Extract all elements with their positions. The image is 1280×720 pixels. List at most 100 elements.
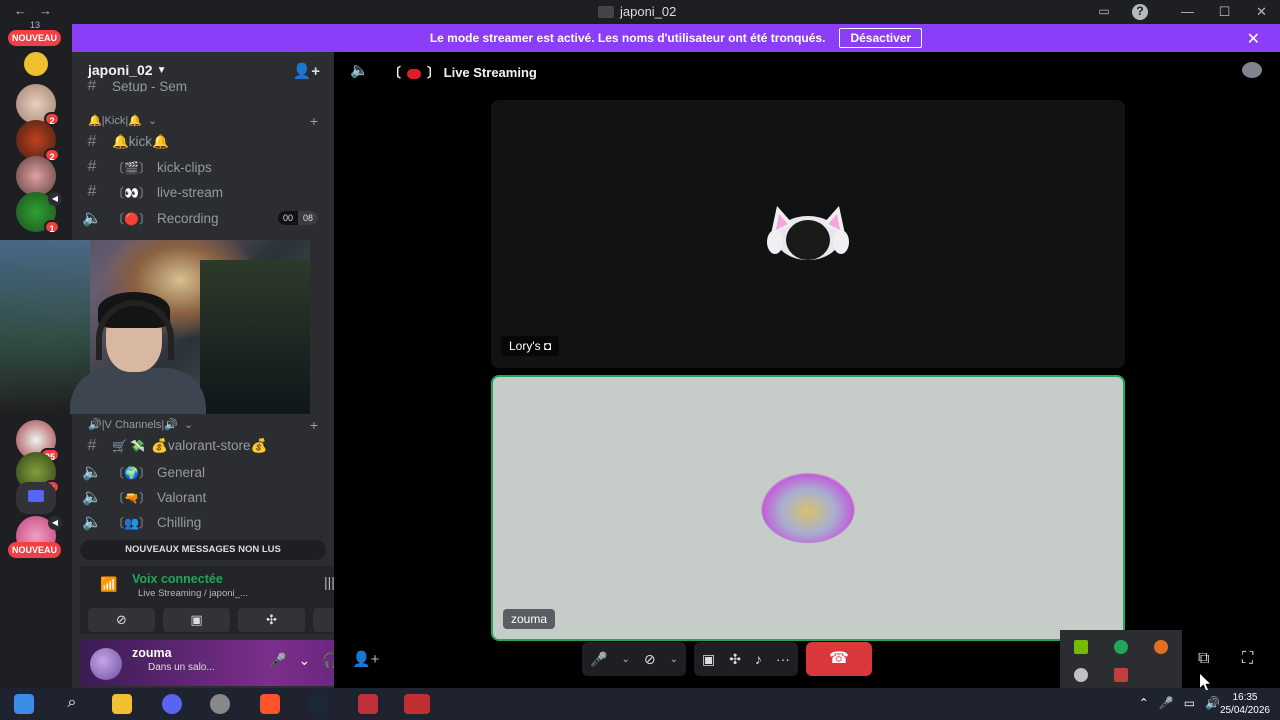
voice-status[interactable]: Voix connectée [132,572,223,586]
user-panel: zouma Dans un salo... 🎤 ⌄ 🎧 ⌄ ⚙ [80,640,334,686]
hash-icon: # [87,80,97,92]
participant-name: Lory's ◘ [501,336,560,356]
channel-kick-clips[interactable]: # 〔🎬〕 kick-clips [80,155,326,179]
avatar[interactable] [90,648,122,680]
channel-valorant-store[interactable]: # 🛒 💸 💰valorant-store💰 [80,434,326,458]
status-icon[interactable] [1114,640,1128,654]
voicemeeter-tray-icon[interactable] [1114,668,1128,682]
voice-stage: 🔈 〔〕 Live Streaming Lory's ◘ zouma 👤+ 🎤 … [334,52,1280,690]
microphone-icon[interactable]: 🎤 [590,651,607,668]
webcam-background [200,260,310,414]
participant-tile[interactable]: Lory's ◘ [491,100,1125,368]
speaker-icon: 🔈 [82,210,102,227]
folder-icon[interactable] [16,482,56,514]
channel-live-stream[interactable]: # 〔👀〕 live-stream [80,180,326,204]
search-icon[interactable]: ⌕ [62,694,82,714]
more-icon[interactable]: ··· [776,651,790,667]
brave-icon[interactable] [260,694,280,714]
volume-icon[interactable]: 🔊 [1205,696,1220,710]
chat-icon[interactable] [1242,62,1262,78]
chevron-down-icon[interactable]: ⌄ [299,652,311,669]
discord-icon[interactable] [162,694,182,714]
server-icon[interactable]: 2 [16,120,60,162]
chevron-down-icon[interactable]: ⌄ [670,654,678,665]
add-channel-icon[interactable]: + [310,113,318,129]
hash-icon: # [87,158,97,175]
user-limit-pill: 00 08 [277,211,318,225]
app-icon[interactable] [358,694,378,714]
noise-suppression-icon[interactable]: ||| [324,574,334,590]
hash-icon: # [87,183,97,200]
server-icon[interactable]: 2 [16,84,60,126]
voicemeeter-icon[interactable] [404,694,430,714]
username[interactable]: zouma [132,646,172,660]
speaker-icon: ◀ [48,516,62,530]
signal-icon[interactable]: 📶 [100,576,117,593]
voice-channel-valorant[interactable]: 🔈 〔🔫〕 Valorant [80,485,326,509]
microphone-icon[interactable]: 🎤 [1159,696,1174,710]
activities-icon[interactable]: ✣ [729,651,741,668]
soundboard-icon[interactable]: ♪ [755,651,762,667]
cat-ear-headphones-avatar [767,206,849,260]
channel-kick[interactable]: # 🔔kick🔔 [80,130,326,154]
camera-off-icon[interactable]: ⊘ [644,651,656,668]
steam-icon[interactable] [308,694,328,714]
speaker-icon: 🔈 [350,62,369,79]
chevron-up-icon[interactable]: ⌃ [1139,696,1149,710]
disable-streamer-button[interactable]: Désactiver [839,28,923,48]
server-icon[interactable]: ◀ 1 [16,192,62,234]
windows-start-icon[interactable] [14,694,34,714]
steam-tray-icon[interactable] [1074,668,1088,682]
end-call-button[interactable]: ☎ [805,642,872,676]
participant-tile-speaking[interactable]: zouma [491,375,1125,641]
activities-button[interactable]: ✣ [238,608,305,632]
add-channel-icon[interactable]: + [310,417,318,433]
soundboard-button[interactable]: ♪ [313,608,334,632]
banner-text: Le mode streamer est activé. Les noms d'… [429,31,826,45]
category-v-channels[interactable]: 🔊|V Channels|🔊 ⌄ + [88,417,318,433]
channel-header: 🔈 〔〕 Live Streaming [334,52,1280,88]
help-icon[interactable]: ? [1132,4,1148,20]
streamer-mode-banner: Le mode streamer est activé. Les noms d'… [72,24,1280,52]
avatar [761,473,855,543]
channel-partial[interactable]: # Setup - Sem [80,80,326,92]
screen-share-icon[interactable]: ▣ [702,651,715,668]
microphone-icon[interactable]: 🎤 [269,652,286,669]
red-dot-icon [407,68,422,79]
chevron-down-icon: ▼ [156,64,167,76]
cast-icon[interactable]: ▭ [1096,4,1112,20]
title-bar: ←→ japoni_02 ▭ ? — ☐ ✕ [0,0,1280,24]
voice-location[interactable]: Live Streaming / japoni_... [138,588,248,599]
pop-out-icon[interactable]: ⧉ [1198,650,1209,668]
chevron-down-icon[interactable]: ⌄ [621,654,629,665]
file-explorer-icon[interactable] [112,694,132,714]
voice-channel-general[interactable]: 🔈 〔🌍〕 General [80,460,326,484]
search-app-icon[interactable] [1154,640,1168,654]
hash-icon: # [87,133,97,150]
camera-off-button[interactable]: ⊘ [88,608,155,632]
server-icon-yellow[interactable] [24,52,48,76]
headphones-icon[interactable]: 🎧 [322,652,334,669]
voice-channel-chilling[interactable]: 🔈 〔👥〕 Chilling [80,510,326,534]
nav-arrows[interactable]: ←→ [14,3,64,18]
invite-to-voice-icon[interactable]: 👤+ [352,650,379,668]
speaker-icon: 🔈 [82,489,102,506]
voice-channel-recording[interactable]: 🔈 〔🔴〕 Recording 00 08 [80,206,326,230]
channel-title: 〔〕 Live Streaming [388,65,537,80]
minimize-button[interactable]: — [1169,0,1206,24]
unread-messages-pill[interactable]: NOUVEAUX MESSAGES NON LUS [80,540,326,560]
nvidia-icon[interactable] [1074,640,1088,654]
banner-close-icon[interactable]: ✕ [1247,29,1260,49]
close-window-button[interactable]: ✕ [1243,0,1280,24]
invite-icon[interactable]: 👤+ [293,62,320,80]
clock[interactable]: 16:35 25/04/2026 [1220,691,1270,717]
server-count: 13 [30,20,41,30]
obs-icon[interactable] [210,694,230,714]
fullscreen-icon[interactable]: ⛶ [1242,650,1253,668]
server-icon[interactable] [16,156,56,196]
network-icon[interactable]: ▭ [1184,696,1195,710]
category-kick[interactable]: 🔔|Kick|🔔 ⌄ + [88,113,318,129]
window-title: japoni_02 [598,4,676,19]
screen-share-button[interactable]: ▣ [163,608,230,632]
maximize-button[interactable]: ☐ [1206,0,1243,24]
